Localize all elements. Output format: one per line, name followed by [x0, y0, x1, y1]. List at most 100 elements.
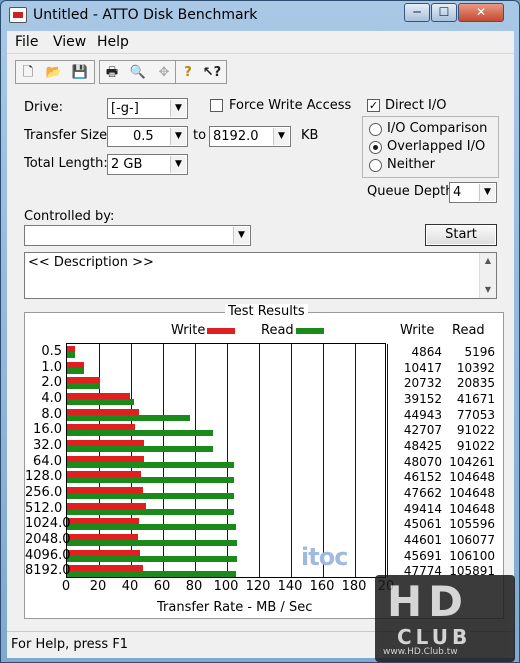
menu-file[interactable]: File — [15, 34, 38, 50]
transfer-to-value: 8192.0 — [213, 129, 259, 144]
force-write-checkbox[interactable] — [210, 99, 223, 112]
main-panel: Drive: [-g-] ▼ Force Write Access ✓ Dire… — [7, 89, 514, 631]
y-tick-label: 1.0 — [41, 359, 62, 375]
x-tick-label: 20 — [89, 579, 107, 594]
write-value: 44601 — [403, 533, 442, 547]
read-bar — [67, 555, 237, 562]
save-icon[interactable]: 💾 — [70, 63, 90, 83]
x-tick-label: 160 — [309, 579, 335, 594]
to-label: to — [193, 128, 207, 143]
y-tick-label: 4.0 — [41, 391, 62, 406]
chevron-down-icon[interactable]: ▼ — [170, 156, 186, 173]
total-length-select[interactable]: 2 GB ▼ — [107, 154, 188, 175]
close-button[interactable]: ✕ — [458, 3, 504, 22]
start-button[interactable]: Start — [425, 224, 497, 246]
read-bar — [67, 571, 237, 578]
transfer-size-to-select[interactable]: 8192.0 ▼ — [209, 126, 291, 147]
y-tick-label: 8192.0 — [25, 563, 71, 579]
read-value: 106077 — [449, 533, 495, 547]
transfer-size-from-select[interactable]: 0.5 ▼ — [107, 126, 188, 147]
minimize-button[interactable]: ─ — [404, 3, 430, 22]
direct-io-checkbox[interactable]: ✓ — [367, 99, 380, 112]
write-value: 44943 — [403, 407, 442, 422]
move-icon[interactable]: ✥ — [154, 63, 174, 83]
drive-select[interactable]: [-g-] ▼ — [107, 98, 188, 119]
description-box[interactable]: << Description >> ▲ ▼ — [24, 252, 497, 299]
queue-depth-select[interactable]: 4 ▼ — [449, 182, 497, 203]
description-text: << Description >> — [28, 255, 154, 270]
overlapped-io-radio[interactable] — [369, 141, 382, 154]
read-bar — [67, 524, 236, 531]
kb-label: KB — [301, 128, 319, 143]
drive-value: [-g-] — [111, 101, 139, 116]
queue-depth-value: 4 — [453, 185, 462, 200]
help-icon[interactable]: ? — [178, 63, 198, 83]
read-value: 20835 — [456, 376, 495, 391]
open-icon[interactable]: 📂 — [44, 63, 64, 83]
print-icon[interactable]: 🖶 — [102, 63, 122, 83]
transfer-size-label: Transfer Size: — [24, 128, 112, 143]
y-tick-label: 16.0 — [33, 422, 62, 438]
y-tick-label: 2048.0 — [25, 532, 71, 547]
queue-depth-label: Queue Depth: — [367, 184, 458, 199]
chevron-down-icon[interactable]: ▼ — [170, 128, 186, 145]
club-logo-text: CLUB — [397, 625, 472, 649]
read-value: 104648 — [449, 470, 495, 485]
hd-club-url: www.HD.Club.tw — [383, 647, 458, 657]
read-bar — [67, 383, 101, 390]
grid-line — [259, 344, 260, 577]
legend-write-label: Write — [171, 323, 206, 338]
direct-io-label: Direct I/O — [385, 98, 447, 113]
menu-help[interactable]: Help — [97, 34, 129, 50]
controlled-by-select[interactable]: ▼ — [24, 225, 251, 246]
title-bar[interactable]: Untitled - ATTO Disk Benchmark ─ ☐ ✕ — [1, 1, 519, 31]
write-value: 47662 — [403, 486, 442, 500]
write-value: 10417 — [403, 360, 442, 375]
read-value: 91022 — [456, 439, 495, 453]
grid-line — [355, 344, 356, 577]
read-bar — [67, 461, 234, 468]
x-tick-label: 120 — [245, 579, 271, 594]
hd-club-watermark-logo: HD CLUB www.HD.Club.tw — [375, 575, 515, 662]
read-bar — [67, 508, 235, 515]
scroll-down-icon[interactable]: ▼ — [480, 282, 496, 298]
y-tick-label: 512.0 — [25, 500, 63, 516]
new-icon[interactable]: 🗋 — [18, 63, 38, 83]
menu-view[interactable]: View — [53, 34, 86, 50]
read-bar — [67, 367, 84, 374]
chevron-down-icon[interactable]: ▼ — [170, 100, 186, 117]
description-scrollbar[interactable]: ▲ ▼ — [479, 253, 496, 298]
transfer-from-value: 0.5 — [133, 129, 154, 144]
itoc-watermark-logo: itoc — [301, 543, 348, 571]
print-preview-icon[interactable]: 🔍 — [128, 63, 148, 83]
read-bar — [67, 430, 213, 437]
read-value: 105596 — [449, 517, 495, 532]
chevron-down-icon[interactable]: ▼ — [233, 227, 249, 244]
x-tick-label: 0 — [61, 579, 71, 594]
write-value: 20732 — [403, 376, 442, 391]
drive-label: Drive: — [24, 100, 64, 115]
atto-app-icon[interactable] — [9, 7, 27, 23]
menu-bar: File View Help — [7, 31, 514, 53]
io-comparison-radio[interactable] — [369, 123, 382, 136]
read-value: 104648 — [449, 486, 495, 500]
grid-line — [291, 344, 292, 577]
read-bar — [67, 477, 235, 484]
read-value: 5196 — [464, 345, 495, 359]
chevron-down-icon[interactable]: ▼ — [273, 128, 289, 145]
read-bar — [67, 493, 235, 499]
context-help-icon[interactable]: ↖? — [202, 63, 222, 83]
write-value: 39152 — [403, 392, 442, 406]
y-tick-label: 4096.0 — [25, 547, 71, 563]
y-tick-label: 1024.0 — [25, 516, 71, 532]
neither-label: Neither — [387, 157, 436, 172]
x-tick-label: 80 — [185, 579, 203, 594]
status-text: For Help, press F1 — [11, 637, 129, 652]
toolbar-group-file: 🗋 📂 💾 — [15, 60, 95, 84]
app-window: Untitled - ATTO Disk Benchmark ─ ☐ ✕ Fil… — [0, 0, 520, 663]
maximize-button[interactable]: ☐ — [431, 3, 457, 22]
neither-radio[interactable] — [369, 159, 382, 172]
write-value: 4864 — [411, 345, 442, 359]
chevron-down-icon[interactable]: ▼ — [479, 184, 495, 201]
scroll-up-icon[interactable]: ▲ — [480, 253, 496, 269]
